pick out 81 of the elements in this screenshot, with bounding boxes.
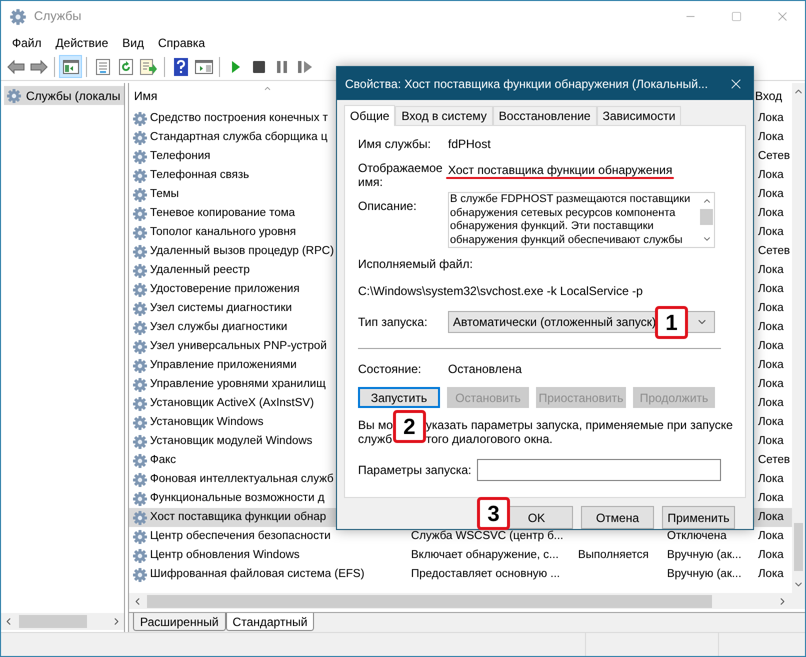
service-name: Установщик модулей Windows [150, 434, 312, 449]
executable-path: C:\Windows\system32\svchost.exe -k LocalService -p [358, 283, 644, 300]
service-name: Функциональные возможности д [150, 490, 324, 506]
service-name: Управление приложениями [150, 358, 297, 373]
service-name: Узел службы диагностики [150, 320, 288, 335]
logon-account: Лока [758, 414, 784, 430]
service-name: Тополог канального уровня [150, 224, 296, 240]
logon-account: Лока [758, 206, 784, 221]
service-description: Включает обнаружение, с... [411, 548, 559, 561]
logon-account: Сетев [758, 452, 790, 468]
service-name: Фоновая интеллектуальная служб [150, 472, 334, 487]
logon-account: Лока [758, 548, 784, 563]
field-label: Параметры запуска: [358, 462, 472, 479]
description-line: обнаружения сетевых ресурсов компонента [450, 206, 676, 220]
description-line: обнаружения функций обеспечивают службы [450, 234, 684, 247]
field-label: Имя службы: [358, 136, 432, 153]
service-name: Установщик ActiveX (AxInstSV) [150, 396, 314, 411]
logon-account: Лока [758, 396, 784, 411]
service-name: Узел системы диагностики [150, 300, 292, 316]
startup-type: Вручную (ак... [667, 548, 742, 561]
logon-account: Лока [758, 338, 784, 354]
service-name: Телефония [150, 148, 210, 164]
logon-account: Лока [758, 434, 784, 449]
field-label: Состояние: [358, 361, 422, 378]
service-name: Установщик Windows [150, 414, 264, 430]
logon-account: Лока [758, 186, 784, 202]
service-description: Служба WSCSVC (центр б... [411, 530, 564, 542]
logon-account: Лока [758, 358, 784, 373]
service-name-value: fdPHost [448, 136, 491, 153]
logon-account: Лока [758, 282, 784, 297]
service-name: Теневое копирование тома [150, 206, 296, 221]
startup-type: Вручную (ак... [667, 568, 742, 580]
service-description: Предоставляет основную ... [411, 568, 560, 580]
service-name: Центр обеспечения безопасности [150, 528, 331, 544]
service-name: Средство построения конечных т [150, 110, 328, 126]
service-name: Удаленный реестр [150, 262, 250, 278]
dialog-title: Свойства: Хост поставщика функции обнаружения (Локальный... [345, 76, 708, 92]
logon-account: Лока [758, 110, 784, 126]
service-name: Управление уровнями хранилищ [150, 376, 326, 392]
step-number-badge: 2 [392, 410, 426, 443]
service-name: Стандартная служба сборщика ц [150, 130, 328, 145]
service-name: Факс [150, 452, 176, 468]
service-name: Удаленный вызов процедур (RPC) [150, 244, 334, 259]
service-name: Шифрованная файловая система (EFS) [150, 566, 364, 582]
logon-account: Лока [758, 300, 784, 316]
step-number-badge: 3 [477, 497, 510, 530]
service-name: Центр обновления Windows [150, 548, 300, 563]
logon-account: Лока [758, 472, 784, 487]
logon-account: Лока [758, 262, 784, 278]
hint-text: служб [358, 432, 393, 446]
window-title: Службы [34, 8, 82, 26]
display-name-value: Хост поставщика функции обнаружения [448, 163, 672, 177]
hint-text: того диалогового окна. [426, 432, 554, 446]
field-label: Исполняемый файл: [358, 256, 474, 273]
logon-account: Лока [758, 490, 784, 506]
logon-account: Лока [758, 566, 784, 582]
logon-account: Лока [758, 168, 784, 183]
logon-account: Лока [758, 320, 784, 335]
field-label: Тип запуска: [358, 314, 428, 331]
logon-account: Сетев [758, 148, 790, 164]
service-name: Удостоверение приложения [150, 282, 300, 297]
logon-account: Сетев [758, 244, 790, 259]
logon-account: Лока [758, 510, 784, 525]
service-name: Темы [150, 186, 179, 202]
description-line: обнаружения функций. Эти поставщики [450, 220, 655, 234]
service-status: Выполняется [578, 548, 649, 561]
service-name: Телефонная связь [150, 168, 250, 183]
description-line: В службе FDPHOST размещаются поставщики [450, 193, 692, 206]
step-number-badge: 1 [655, 306, 688, 339]
logon-account: Лока [758, 224, 784, 240]
startup-type: Отключена [667, 530, 727, 542]
service-name: Узел универсальных PNP-устрой [150, 338, 327, 354]
service-name: Хост поставщика функции обнар [150, 510, 326, 525]
logon-account: Лока [758, 130, 784, 145]
hint-text: Вы мо [358, 418, 393, 432]
service-status-value: Остановлена [448, 361, 522, 378]
logon-account: Лока [758, 528, 784, 544]
hint-text: указать параметры запуска, применяемые при запуске [426, 418, 733, 432]
field-label: Отображаемое имя: [358, 161, 444, 189]
field-label: Описание: [358, 198, 418, 215]
logon-account: Лока [758, 376, 784, 392]
